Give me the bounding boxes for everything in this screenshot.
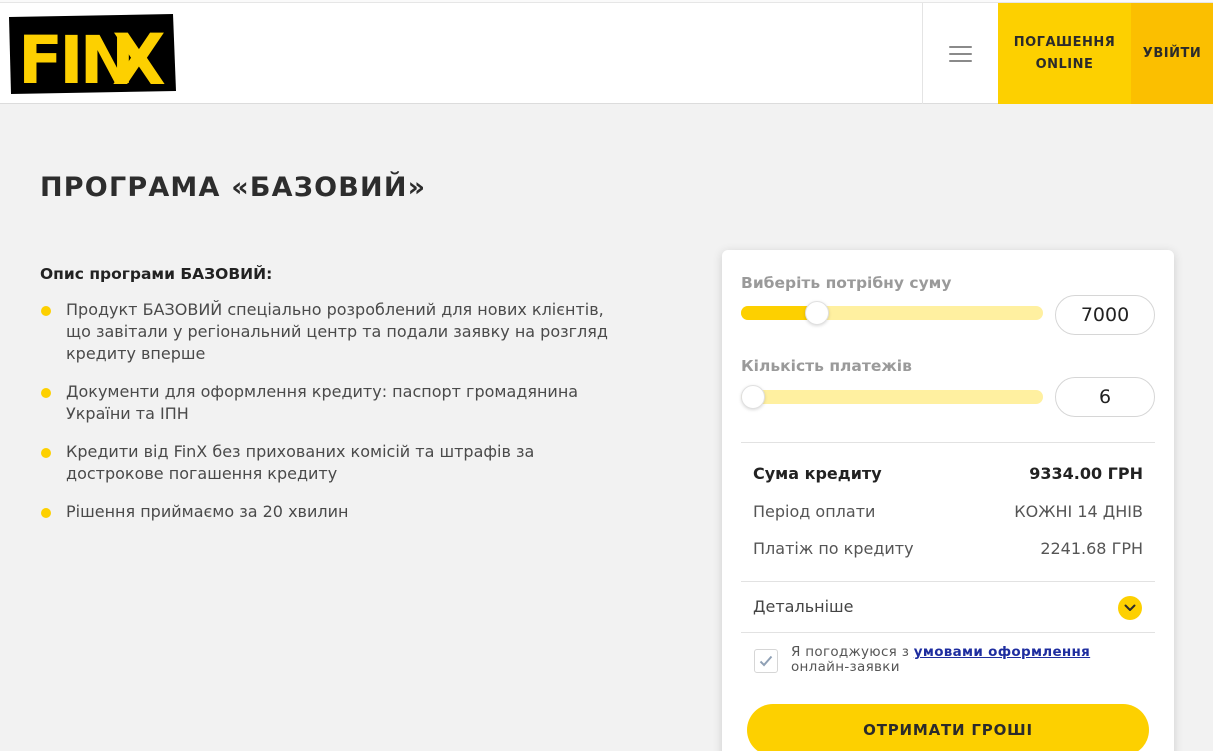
summary-row-payment: Платіж по кредиту 2241.68 ГРН (753, 539, 1143, 558)
details-expand-button[interactable] (1118, 596, 1142, 620)
finx-logo[interactable]: FIN X (9, 14, 177, 101)
site-header: FIN X ПОГАШЕННЯ ONLINE УВІЙТИ (0, 3, 1213, 104)
agree-checkbox[interactable] (754, 649, 778, 673)
description-item: Документи для оформлення кредиту: паспор… (40, 381, 700, 425)
bullet-dot-icon (41, 388, 51, 398)
description-line: Продукт БАЗОВИЙ спеціально розроблений д… (66, 300, 604, 319)
login-button[interactable]: УВІЙТИ (1131, 3, 1213, 104)
pay-online-button[interactable]: ПОГАШЕННЯ ONLINE (998, 3, 1131, 104)
bullet-dot-icon (41, 448, 51, 458)
checkmark-icon (759, 655, 773, 667)
amount-input[interactable]: 7000 (1055, 295, 1155, 335)
summary-value: 2241.68 ГРН (1040, 539, 1143, 558)
get-money-button[interactable]: ОТРИМАТИ ГРОШІ (747, 704, 1149, 751)
bullet-dot-icon (41, 306, 51, 316)
agree-text: Я погоджуюся з умовами оформлення онлайн… (791, 645, 1141, 675)
divider (741, 581, 1155, 582)
summary-row-period: Період оплати КОЖНІ 14 ДНІВ (753, 502, 1143, 521)
details-toggle[interactable]: Детальніше (753, 597, 854, 616)
summary-value: 9334.00 ГРН (1029, 464, 1143, 483)
payments-slider[interactable] (741, 385, 1043, 409)
loan-calculator: Виберіть потрібну суму 7000 Кількість пл… (722, 250, 1174, 751)
description-item: Продукт БАЗОВИЙ спеціально розроблений д… (40, 299, 700, 365)
program-description: Опис програми БАЗОВИЙ: Продукт БАЗОВИЙ с… (40, 265, 700, 539)
menu-button[interactable] (922, 3, 998, 104)
page-title: ПРОГРАМА «БАЗОВИЙ» (40, 172, 427, 203)
description-line: дострокове погашення кредиту (66, 464, 338, 483)
description-line: що завітали у регіональний центр та пода… (66, 322, 608, 341)
summary-value: КОЖНІ 14 ДНІВ (1014, 502, 1143, 521)
agree-suffix: онлайн-заявки (791, 659, 900, 675)
summary-label: Період оплати (753, 502, 876, 521)
pay-online-label-line1: ПОГАШЕННЯ (1013, 34, 1116, 50)
terms-link[interactable]: умовами оформлення (914, 644, 1090, 660)
bullet-dot-icon (41, 508, 51, 518)
description-heading: Опис програми БАЗОВИЙ: (40, 265, 273, 283)
hamburger-icon (949, 41, 972, 67)
payments-label: Кількість платежів (741, 357, 912, 375)
payments-input[interactable]: 6 (1055, 377, 1155, 417)
description-list: Продукт БАЗОВИЙ спеціально розроблений д… (40, 299, 700, 523)
amount-slider[interactable] (741, 301, 1043, 325)
description-line: кредиту вперше (66, 344, 206, 363)
agree-prefix: Я погоджуюся з (791, 644, 910, 660)
pay-online-label-line2: ONLINE (1035, 56, 1094, 72)
summary-label: Сума кредиту (753, 464, 882, 483)
amount-slider-thumb[interactable] (804, 301, 829, 325)
chevron-down-icon (1124, 604, 1136, 611)
description-line: Кредити від FinX без прихованих комісій … (66, 442, 535, 461)
svg-text:X: X (112, 19, 166, 94)
payments-slider-thumb[interactable] (741, 385, 765, 409)
amount-label: Виберіть потрібну суму (741, 274, 952, 292)
description-line: Рішення приймаємо за 20 хвилин (66, 502, 349, 521)
description-line: Документи для оформлення кредиту: паспор… (66, 382, 579, 401)
description-item: Рішення приймаємо за 20 хвилин (40, 501, 700, 523)
summary-label: Платіж по кредиту (753, 539, 914, 558)
summary-row-credit-sum: Сума кредиту 9334.00 ГРН (753, 464, 1143, 483)
divider (741, 632, 1155, 633)
description-line: України та ІПН (66, 404, 189, 423)
description-item: Кредити від FinX без прихованих комісій … (40, 441, 700, 485)
divider (741, 442, 1155, 443)
